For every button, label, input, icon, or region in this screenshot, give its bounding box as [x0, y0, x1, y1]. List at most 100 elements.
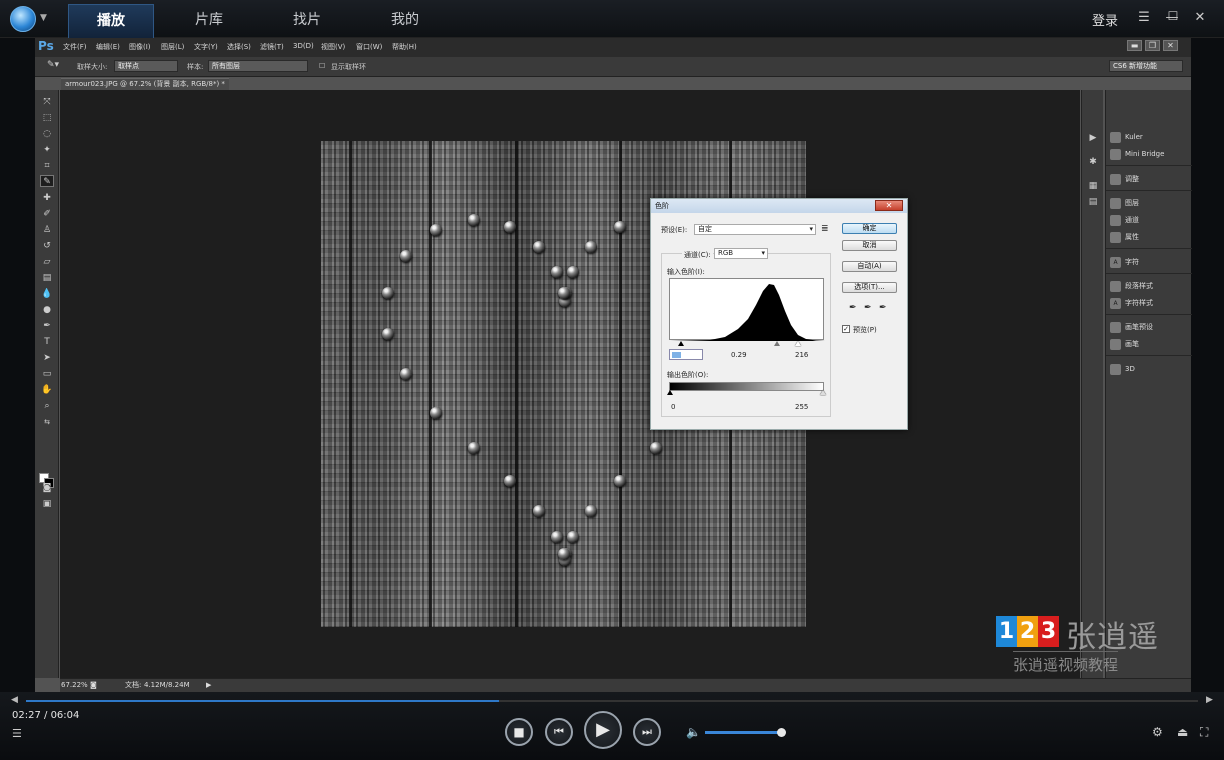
menu-type[interactable]: 文字(Y) [194, 42, 218, 52]
gray-eyedropper-icon[interactable]: ✒ [864, 303, 872, 313]
crop-tool-icon[interactable]: ⌗ [40, 160, 54, 172]
ps-restore-icon[interactable]: ❐ [1145, 40, 1160, 51]
swap-colors-icon[interactable]: ⇆ [40, 416, 54, 428]
hand-tool-icon[interactable]: ✋ [40, 384, 54, 396]
panel-3d[interactable]: 3D [1110, 362, 1135, 376]
tab-mine[interactable]: 我的 [362, 4, 448, 38]
eject-icon[interactable]: ⏏ [1177, 725, 1188, 739]
menu-image[interactable]: 图像(I) [129, 42, 151, 52]
input-black-field[interactable] [669, 349, 703, 360]
login-link[interactable]: 登录 [1092, 10, 1118, 29]
volume-icon[interactable]: 🔈 [686, 725, 701, 739]
output-black-field[interactable]: 0 [671, 402, 675, 413]
play-action-icon[interactable]: ▶ [1087, 132, 1099, 144]
stop-button[interactable]: ■ [505, 718, 533, 746]
playlist-icon[interactable]: ☰ [12, 727, 22, 740]
shape-tool-icon[interactable]: ▭ [40, 368, 54, 380]
magic-wand-tool-icon[interactable]: ✦ [40, 144, 54, 156]
screen-mode-icon[interactable]: ▣ [40, 498, 54, 510]
panel-brush-presets[interactable]: 画笔预设 [1110, 320, 1153, 334]
output-white-slider[interactable] [820, 390, 826, 395]
player-logo-icon[interactable] [10, 6, 36, 32]
panel-character[interactable]: A 字符 [1110, 255, 1139, 269]
workspace-select[interactable]: CS6 新增功能 [1109, 60, 1183, 72]
progress-bar[interactable] [26, 700, 1198, 702]
output-white-field[interactable]: 255 [795, 402, 808, 413]
status-info-icon[interactable]: ◙ [90, 679, 97, 692]
eyedropper-tool-icon[interactable]: ✎▾ [47, 60, 59, 70]
brush-tool-icon[interactable]: ✐ [40, 208, 54, 220]
auto-button[interactable]: 自动(A) [842, 261, 897, 272]
gradient-tool-icon[interactable]: ▤ [40, 272, 54, 284]
stamp-tool-icon[interactable]: ♙ [40, 224, 54, 236]
options-button[interactable]: 选项(T)... [842, 282, 897, 293]
sample-select[interactable]: 所有图层 [208, 60, 308, 72]
input-gamma-slider[interactable] [774, 341, 780, 346]
panel-brush[interactable]: 画笔 [1110, 337, 1139, 351]
fullscreen-icon[interactable]: ⛶ [1200, 725, 1208, 740]
close-icon[interactable]: ✕ [1192, 10, 1208, 25]
input-white-slider[interactable] [795, 341, 801, 346]
ok-button[interactable]: 确定 [842, 223, 897, 234]
volume-slider[interactable] [705, 728, 786, 737]
menu-window[interactable]: 窗口(W) [356, 42, 382, 52]
history-brush-icon[interactable]: ↺ [40, 240, 54, 252]
blur-tool-icon[interactable]: 💧 [40, 288, 54, 300]
output-black-slider[interactable] [667, 390, 673, 395]
panel-channels[interactable]: 通道 [1110, 213, 1139, 227]
restore-icon[interactable]: ☐ [1165, 9, 1181, 23]
next-button[interactable]: ⏭ [633, 718, 661, 746]
status-menu-arrow-icon[interactable]: ▶ [206, 679, 211, 692]
menu-filter[interactable]: 滤镜(T) [260, 42, 284, 52]
menu-3d[interactable]: 3D(D) [293, 42, 314, 50]
move-tool-icon[interactable]: ⤧ [40, 96, 54, 108]
panel-layers[interactable]: 图层 [1110, 196, 1139, 210]
seek-forward-arrow-icon[interactable]: ▶ [1206, 695, 1213, 705]
menu-file[interactable]: 文件(F) [63, 42, 87, 52]
quick-mask-icon[interactable]: ◙ [40, 482, 54, 494]
black-eyedropper-icon[interactable]: ✒ [849, 303, 857, 313]
input-gamma-field[interactable]: 0.29 [731, 350, 747, 361]
menu-help[interactable]: 帮助(H) [392, 42, 417, 52]
volume-knob[interactable] [777, 728, 786, 737]
pen-tool-icon[interactable]: ✒ [40, 320, 54, 332]
skin-icon[interactable]: ☰ [1136, 10, 1152, 25]
eyedropper-tool-icon[interactable]: ✎ [40, 175, 54, 187]
healing-tool-icon[interactable]: ✚ [40, 192, 54, 204]
preview-checkbox[interactable]: ✓ [842, 325, 850, 333]
menu-select[interactable]: 选择(S) [227, 42, 251, 52]
history-icon[interactable]: ▦ [1087, 180, 1099, 192]
settings-icon[interactable]: ⚙ [1152, 725, 1163, 739]
eraser-tool-icon[interactable]: ▱ [40, 256, 54, 268]
panel-kuler[interactable]: Kuler [1110, 130, 1143, 144]
tab-play[interactable]: 播放 [68, 4, 154, 38]
menu-edit[interactable]: 编辑(E) [96, 42, 120, 52]
navigator-icon[interactable]: ✱ [1087, 156, 1099, 168]
play-button[interactable]: ▶ [584, 711, 622, 749]
zoom-level[interactable]: 67.22% [61, 679, 88, 692]
previous-button[interactable]: ⏮ [545, 718, 573, 746]
input-black-slider[interactable] [678, 341, 684, 346]
menu-view[interactable]: 视图(V) [321, 42, 345, 52]
ps-minimize-icon[interactable]: ▬ [1127, 40, 1142, 51]
marquee-tool-icon[interactable]: ⬚ [40, 112, 54, 124]
channel-select[interactable]: RGB ▾ [714, 248, 768, 259]
document-tab[interactable]: armour023.JPG @ 67.2% (背景 副本, RGB/8*) * [61, 78, 229, 90]
path-select-tool-icon[interactable]: ➤ [40, 352, 54, 364]
sample-size-select[interactable]: 取样点 [114, 60, 178, 72]
lasso-tool-icon[interactable]: ◌ [40, 128, 54, 140]
panel-mini-bridge[interactable]: Mini Bridge [1110, 147, 1164, 161]
menu-dropdown-icon[interactable]: ▼ [40, 13, 47, 23]
panel-properties[interactable]: 属性 [1110, 230, 1139, 244]
ps-close-icon[interactable]: ✕ [1163, 40, 1178, 51]
seek-back-arrow-icon[interactable]: ◀ [11, 695, 18, 705]
levels-titlebar[interactable]: 色阶 ✕ [651, 199, 907, 213]
panel-paragraph-styles[interactable]: 段落样式 [1110, 279, 1153, 293]
white-eyedropper-icon[interactable]: ✒ [879, 303, 887, 313]
input-white-field[interactable]: 216 [795, 350, 808, 361]
dodge-tool-icon[interactable]: ● [40, 304, 54, 316]
type-tool-icon[interactable]: T [40, 336, 54, 348]
tab-library[interactable]: 片库 [166, 4, 252, 38]
show-ring-checkbox[interactable]: ☐ [319, 62, 325, 70]
panel-adjustments[interactable]: 调整 [1110, 172, 1139, 186]
